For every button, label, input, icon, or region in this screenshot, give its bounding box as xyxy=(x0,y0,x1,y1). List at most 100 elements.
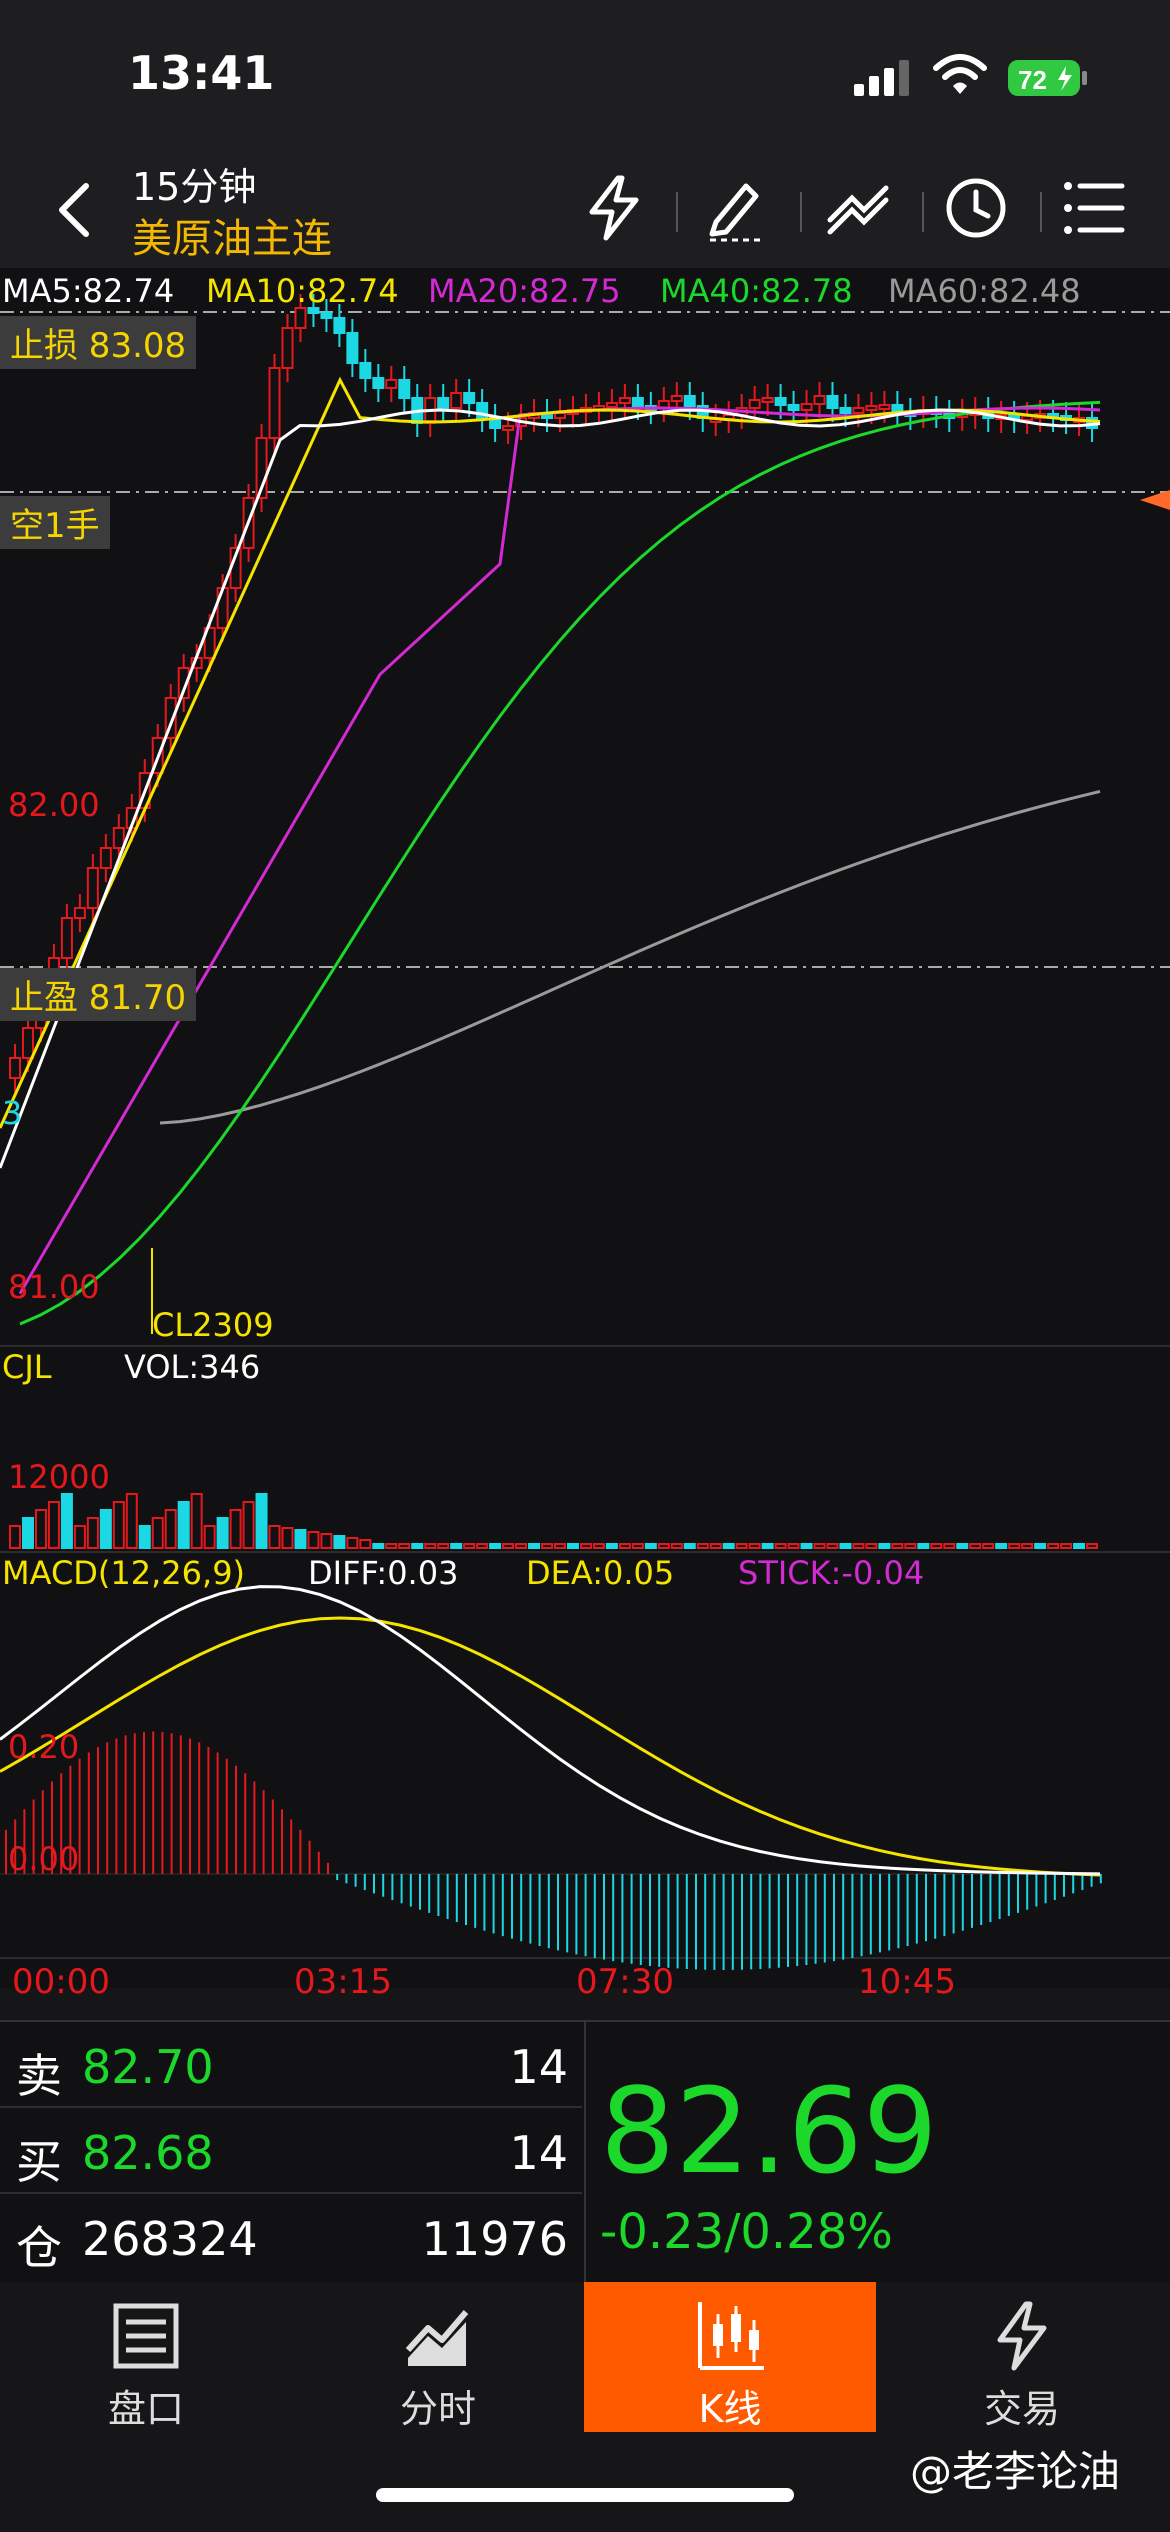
nav-divider xyxy=(922,192,924,232)
volume-bar xyxy=(398,1543,411,1549)
volume-bar xyxy=(852,1543,865,1549)
take-profit-tag[interactable]: 止盈 81.70 xyxy=(0,968,197,1021)
volume-bar xyxy=(917,1543,930,1549)
ma40-line xyxy=(19,400,1101,1326)
candle-body xyxy=(346,332,359,364)
volume-bar xyxy=(333,1535,346,1549)
tab-label: 交易 xyxy=(983,2387,1060,2431)
battery-level: 72 xyxy=(1018,65,1047,95)
open-interest-value: 268324 xyxy=(82,2212,258,2266)
volume-bar xyxy=(618,1543,631,1549)
candle-body xyxy=(333,317,346,334)
volume-bar xyxy=(450,1543,463,1549)
volume-bar xyxy=(839,1543,852,1549)
time-label: 07:30 xyxy=(576,1962,674,2002)
ask-quantity: 14 xyxy=(509,2040,568,2094)
candle-body xyxy=(787,404,800,411)
kline-chart[interactable]: MA5:82.74 MA10:82.74 MA20:82.75 MA40:82.… xyxy=(0,268,1170,2002)
tab-order-book[interactable]: 盘口 xyxy=(0,2282,292,2432)
volume-bar xyxy=(125,1493,138,1549)
volume-bar xyxy=(800,1543,813,1549)
volume-bar xyxy=(424,1543,437,1549)
order-book-icon xyxy=(113,2303,179,2369)
edge-price-mark: 3 xyxy=(2,1094,23,1132)
stop-loss-tag[interactable]: 止损 83.08 xyxy=(0,316,197,369)
open-interest-change: 11976 xyxy=(421,2212,568,2266)
volume-bar xyxy=(216,1517,229,1549)
ma10-legend: MA10:82.74 xyxy=(206,272,399,310)
candle-body xyxy=(683,395,696,407)
tab-timeshare[interactable]: 分时 xyxy=(292,2282,584,2432)
bid-row[interactable]: 买 82.68 14 xyxy=(0,2108,582,2194)
candlestick-icon xyxy=(698,2302,764,2370)
macd-dea: DEA:0.05 xyxy=(526,1554,675,1592)
menu-list-icon[interactable] xyxy=(1058,172,1130,244)
chart-canvas[interactable] xyxy=(0,268,1170,1988)
ma60-line xyxy=(159,789,1101,1125)
clock-icon[interactable] xyxy=(940,172,1012,244)
time-label: 00:00 xyxy=(12,1962,110,2002)
lightning-icon[interactable] xyxy=(578,172,650,244)
drawing-pen-icon[interactable] xyxy=(700,172,772,244)
volume-bar xyxy=(411,1543,424,1549)
volume-bar xyxy=(138,1525,151,1549)
candle-body xyxy=(463,392,476,404)
bid-quantity: 14 xyxy=(509,2126,568,2180)
candle-body xyxy=(372,377,385,389)
volume-bar xyxy=(1086,1543,1099,1549)
watermark: @老李论油 xyxy=(910,2447,1121,2496)
back-arrow-icon[interactable] xyxy=(50,180,100,240)
bid-label: 买 xyxy=(16,2135,62,2189)
ma20-line xyxy=(18,406,1101,1295)
candle-body xyxy=(216,587,229,629)
nav-divider xyxy=(800,192,802,232)
ask-row[interactable]: 卖 82.70 14 xyxy=(0,2022,582,2108)
candle-body xyxy=(320,312,333,319)
candle-body xyxy=(112,827,125,849)
volume-bar xyxy=(631,1543,644,1549)
period-label[interactable]: 15分钟 xyxy=(132,156,256,211)
candle-body xyxy=(86,867,99,909)
volume-bar xyxy=(605,1543,618,1549)
volume-bar xyxy=(60,1493,73,1549)
volume-bar xyxy=(151,1517,164,1549)
short-position-tag[interactable]: 空1手 xyxy=(0,496,110,549)
volume-bar xyxy=(969,1543,982,1549)
volume-bar xyxy=(1008,1543,1021,1549)
instrument-title[interactable]: 美原油主连 xyxy=(132,206,332,264)
volume-bar xyxy=(86,1517,99,1549)
candle-body xyxy=(437,397,450,409)
volume-bar xyxy=(73,1525,86,1549)
volume-bar xyxy=(21,1517,34,1549)
macd-diff-line xyxy=(0,1585,1101,1876)
volume-bar xyxy=(683,1543,696,1549)
volume-bar xyxy=(463,1543,476,1549)
candle-body xyxy=(281,327,294,369)
volume-bar xyxy=(709,1543,722,1549)
battery-icon: 72 xyxy=(1008,60,1087,96)
timeshare-icon xyxy=(405,2310,469,2366)
candle-body xyxy=(839,407,852,414)
price-label-81: 81.00 xyxy=(8,1268,100,1306)
candle-body xyxy=(618,397,631,404)
volume-bar xyxy=(34,1509,47,1549)
volume-bar xyxy=(528,1543,541,1549)
candle-body xyxy=(813,395,826,405)
candle-body xyxy=(294,307,307,329)
candle-body xyxy=(800,403,813,411)
contract-label: CL2309 xyxy=(152,1306,274,1344)
volume-bar xyxy=(320,1533,333,1549)
candle-body xyxy=(774,397,787,406)
volume-bar xyxy=(1047,1543,1060,1549)
nav-bar: 15分钟 美原油主连 xyxy=(0,150,1170,268)
volume-bar xyxy=(281,1527,294,1549)
tab-kline[interactable]: K线 xyxy=(584,2282,876,2432)
wifi-icon xyxy=(933,54,987,94)
time-label: 10:45 xyxy=(858,1962,956,2002)
tab-trade[interactable]: 交易 xyxy=(876,2282,1168,2432)
indicator-lines-icon[interactable] xyxy=(822,172,894,244)
volume-bar xyxy=(242,1501,255,1549)
nav-divider xyxy=(676,192,678,232)
volume-bar xyxy=(579,1543,592,1549)
volume-bar xyxy=(1021,1543,1034,1549)
